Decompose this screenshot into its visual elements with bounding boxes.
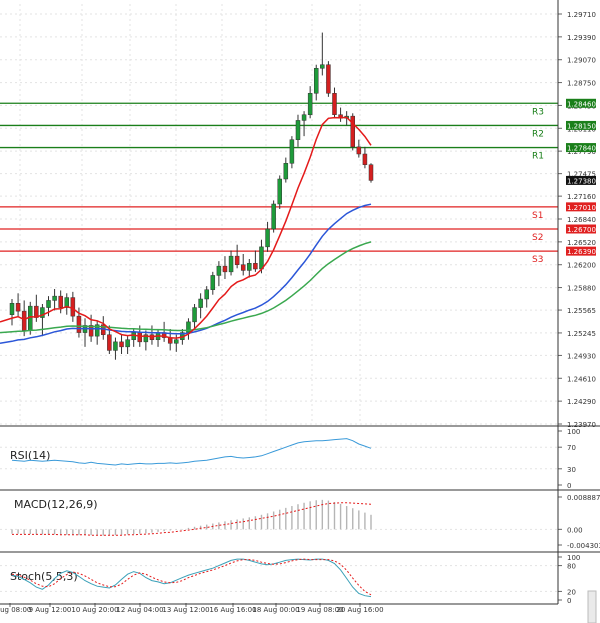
candle-body: [259, 246, 264, 270]
price-tick-label: 1.24610: [567, 375, 596, 383]
level-badge-label: 1.26700: [567, 226, 596, 234]
x-tick-label: 9 Aug 08:00: [0, 606, 31, 614]
x-tick-label: 13 Aug 12:00: [162, 606, 209, 614]
price-tick-label: 1.25565: [567, 307, 596, 315]
corner-box: [587, 590, 597, 623]
candle-body: [222, 265, 228, 273]
candle-body: [198, 298, 203, 308]
level-badge-label: 1.28150: [567, 122, 596, 130]
price-tick-label: 1.24290: [567, 398, 596, 406]
x-tick-label: 9 Aug 12:00: [29, 606, 72, 614]
price-tick-label: 1.27160: [567, 193, 596, 201]
level-name-r2: R2: [532, 129, 544, 139]
candle-body: [234, 255, 240, 265]
level-name-r1: R1: [532, 152, 544, 162]
candle-body: [368, 164, 374, 181]
macd-tick-label: -0.004303: [567, 542, 600, 550]
price-tick-label: 1.26200: [567, 262, 596, 270]
stoch-tick-label: 20: [567, 588, 576, 596]
candle-body: [350, 115, 355, 148]
candle-body: [21, 310, 27, 331]
rsi-tick-label: 100: [567, 428, 580, 436]
candle-body: [283, 163, 289, 180]
price-tick-label: 1.25245: [567, 330, 596, 338]
current-price-label: 1.27380: [567, 177, 596, 185]
candle-body: [253, 263, 258, 270]
candle-body: [320, 64, 325, 69]
price-tick-label: 1.28750: [567, 80, 596, 88]
x-tick-label: 12 Aug 04:00: [116, 606, 163, 614]
macd-tick-label: 0.008887: [567, 494, 600, 502]
candle-body: [277, 178, 282, 205]
price-tick-label: 1.25880: [567, 285, 596, 293]
candle-body: [174, 339, 179, 344]
candle-body: [137, 332, 143, 343]
macd-label: MACD(12,26,9): [14, 498, 98, 511]
rsi-tick-label: 70: [567, 444, 576, 452]
candle-body: [58, 295, 63, 308]
level-badge-label: 1.26390: [567, 248, 596, 256]
candle-body: [210, 275, 216, 290]
candle-body: [113, 341, 118, 351]
price-tick-label: 1.26520: [567, 239, 596, 247]
candle-body: [125, 339, 130, 348]
level-name-s1: S1: [532, 211, 543, 221]
candle-body: [332, 93, 337, 115]
candle-body: [289, 139, 295, 164]
candle-body: [204, 289, 209, 300]
price-tick-label: 1.24930: [567, 352, 596, 360]
candle-body: [76, 315, 82, 333]
level-badges: 1.28460 1.28150 1.27840 1.27010 1.26700 1.263…: [566, 98, 596, 256]
candle-body: [356, 146, 362, 155]
candle-body: [228, 255, 234, 273]
stoch-tick-label: 0: [567, 597, 571, 605]
candle-body: [28, 305, 33, 331]
chart: R3 R2 R1 S1 S2 S3 1.29710 1.29390 1.29070 1.2875…: [0, 0, 600, 623]
level-badge-label: 1.27010: [567, 204, 596, 212]
candle-body: [326, 64, 331, 94]
price-tick-label: 1.29390: [567, 34, 596, 42]
level-badge-label: 1.27840: [567, 145, 596, 153]
stoch-tick-label: 100: [567, 554, 580, 562]
price-tick-label: 1.29070: [567, 57, 596, 65]
rsi-tick-label: 30: [567, 466, 576, 474]
candle-body: [216, 265, 222, 276]
stoch-label: Stoch(5,5,3): [10, 570, 78, 583]
candle-body: [362, 153, 368, 165]
candle-body: [247, 263, 252, 271]
candle-body: [295, 120, 301, 140]
candle-body: [52, 295, 57, 301]
x-tick-label: 20 Aug 16:00: [336, 606, 383, 614]
candle-body: [307, 93, 313, 115]
candle-body: [192, 307, 197, 323]
candle-body: [131, 332, 136, 340]
x-tick-label: 10 Aug 20:00: [71, 606, 118, 614]
candle-body: [9, 303, 15, 315]
x-tick-label: 18 Aug 00:00: [252, 606, 299, 614]
candle-body: [15, 303, 21, 312]
candle-body: [265, 228, 270, 248]
level-name-s3: S3: [532, 255, 543, 265]
macd-tick-label: 0.00: [567, 526, 583, 534]
candle-body: [46, 300, 51, 308]
candle-body: [271, 203, 276, 230]
price-tick-label: 1.26840: [567, 216, 596, 224]
candle-body: [313, 68, 319, 94]
level-badge-label: 1.28460: [567, 100, 596, 108]
candle-body: [119, 341, 124, 348]
level-name-r3: R3: [532, 107, 544, 117]
level-name-s2: S2: [532, 233, 543, 243]
candle-body: [70, 297, 76, 317]
stoch-tick-label: 80: [567, 563, 576, 571]
candle-body: [240, 264, 246, 271]
candle-body: [107, 334, 112, 351]
candle-body: [301, 114, 307, 121]
x-tick-label: 16 Aug 16:00: [209, 606, 256, 614]
rsi-tick-label: 0: [567, 482, 571, 490]
price-tick-label: 1.29710: [567, 11, 596, 19]
